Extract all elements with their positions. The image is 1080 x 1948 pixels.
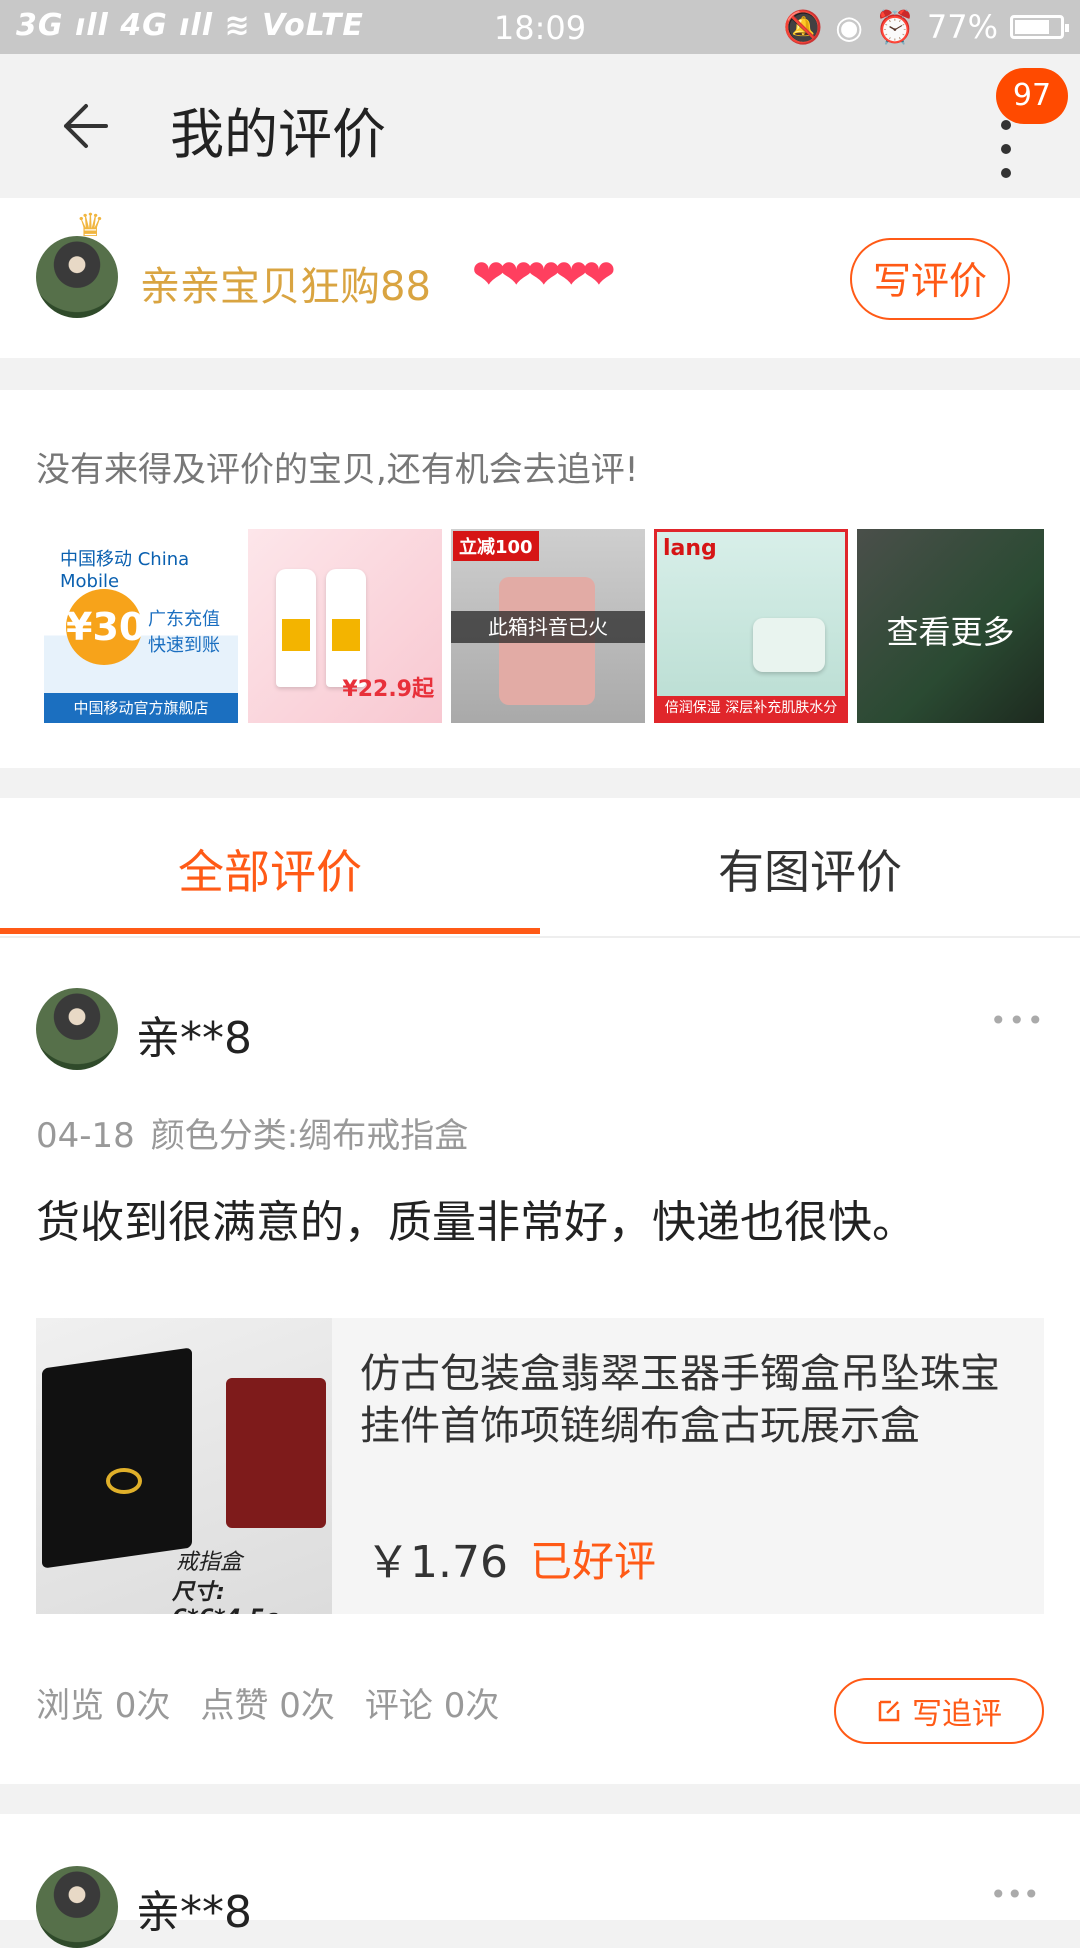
bottle-image <box>276 569 316 687</box>
review-tabs: 全部评价 有图评价 <box>0 798 1080 938</box>
pending-item-suitcase[interactable]: 立减100 此箱抖音已火 <box>451 529 645 723</box>
review-card: 亲**8 ••• <box>0 1814 1080 1948</box>
bottle-image <box>326 569 366 687</box>
avatar[interactable] <box>36 236 118 318</box>
notification-badge: 97 <box>996 68 1068 124</box>
reviewer-name: 亲**8 <box>136 1013 252 1064</box>
follow-up-review-button[interactable]: 写追评 <box>834 1678 1044 1744</box>
app-header: 我的评价 97 <box>0 54 1080 198</box>
brand-label: 中国移动 China Mobile <box>60 549 190 592</box>
mute-icon: 🔕 <box>783 8 824 46</box>
alarm-icon: ⏰ <box>875 8 915 46</box>
battery-level <box>1015 20 1049 34</box>
pending-item-cream[interactable]: lang 倍润保湿 深层补充肌肤水分 <box>654 529 848 723</box>
write-review-button[interactable]: 写评价 <box>850 238 1010 320</box>
pending-review-section: 没有来得及评价的宝贝,还有机会去追评! 中国移动 China Mobile ¥3… <box>0 390 1080 768</box>
status-bar: 3G ıll 4G ıll ≋ VoLTE 18:09 🔕 ◉ ⏰ 77% <box>0 0 1080 54</box>
status-right: 🔕 ◉ ⏰ 77% <box>783 8 1069 46</box>
review-date: 04-18 <box>36 1116 135 1156</box>
review-text: 货收到很满意的，质量非常好，快递也很快。 <box>36 1197 916 1248</box>
reviewed-product[interactable]: 戒指盒 尺寸: 6*6*4.5c 仿古包装盒翡翠玉器手镯盒吊坠珠宝挂件首饰项链绸… <box>36 1318 1044 1614</box>
product-image: 戒指盒 尺寸: 6*6*4.5c <box>36 1318 332 1614</box>
likes-count: 点赞 0次 <box>200 1686 335 1726</box>
battery-percentage: 77% <box>926 8 998 46</box>
product-image-size: 尺寸: 6*6*4.5c <box>172 1580 278 1614</box>
follow-up-label: 写追评 <box>912 1697 1002 1732</box>
active-tab-indicator <box>0 928 540 934</box>
item-caption: 此箱抖音已火 <box>451 611 645 643</box>
pending-item-lotion[interactable]: ¥22.9起 <box>248 529 442 723</box>
review-card: 亲**8 ••• 04-18 颜色分类:绸布戒指盒 货收到很满意的，质量非常好，快… <box>0 938 1080 1784</box>
reviewer-name: 亲**8 <box>136 1887 252 1938</box>
avatar[interactable] <box>36 988 118 1070</box>
store-label: 中国移动官方旗舰店 <box>44 693 238 723</box>
crown-icon: ♛ <box>76 206 105 244</box>
more-options-icon[interactable]: ••• <box>990 1878 1040 1911</box>
avatar[interactable] <box>36 1866 118 1948</box>
more-options-icon[interactable]: ••• <box>990 1004 1046 1037</box>
amount-label: ¥30 <box>66 589 145 665</box>
tab-all-reviews[interactable]: 全部评价 <box>0 836 540 902</box>
pending-item-mobile-recharge[interactable]: 中国移动 China Mobile ¥30 广东充值 快速到账 中国移动官方旗舰… <box>44 529 238 723</box>
tab-image-reviews[interactable]: 有图评价 <box>540 836 1080 902</box>
review-stats: 浏览 0次 点赞 0次 评论 0次 <box>36 1678 529 1727</box>
brand-logo: lang <box>663 536 717 561</box>
credit-hearts-icon: ❤❤❤❤❤ <box>472 252 616 298</box>
item-price: ¥22.9起 <box>342 677 434 702</box>
item-caption: 倍润保湿 深层补充肌肤水分 <box>657 696 845 720</box>
product-title: 仿古包装盒翡翠玉器手镯盒吊坠珠宝挂件首饰项链绸布盒古玩展示盒 <box>360 1351 1000 1449</box>
edit-icon <box>878 1700 900 1722</box>
pending-prompt: 没有来得及评价的宝贝,还有机会去追评! <box>36 450 639 490</box>
discount-tag: 立减100 <box>453 531 539 561</box>
comments-count: 评论 0次 <box>364 1686 500 1726</box>
product-image-label: 戒指盒 <box>176 1550 243 1575</box>
more-menu-icon[interactable] <box>996 120 1016 210</box>
recharge-subtitle: 广东充值 快速到账 <box>148 609 220 656</box>
profile-username: 亲亲宝贝狂购88 <box>140 264 431 310</box>
view-more-label: 查看更多 <box>886 613 1015 651</box>
review-status: 已好评 <box>530 1537 657 1586</box>
lock-rotation-icon: ◉ <box>835 8 864 46</box>
profile-card: ♛ 亲亲宝贝狂购88 ❤❤❤❤❤ 写评价 <box>0 198 1080 358</box>
review-meta: 04-18 颜色分类:绸布戒指盒 <box>36 1108 484 1157</box>
review-variant: 颜色分类:绸布戒指盒 <box>150 1116 469 1156</box>
battery-icon <box>1010 15 1069 39</box>
product-price: ￥1.76 <box>366 1537 508 1588</box>
cream-jar-image <box>753 618 825 672</box>
page-title: 我的评价 <box>170 103 386 166</box>
view-more-tile[interactable]: 查看更多 <box>857 529 1044 723</box>
back-arrow-icon[interactable] <box>56 98 112 154</box>
views-count: 浏览 0次 <box>36 1686 171 1726</box>
ring-image <box>106 1468 142 1494</box>
